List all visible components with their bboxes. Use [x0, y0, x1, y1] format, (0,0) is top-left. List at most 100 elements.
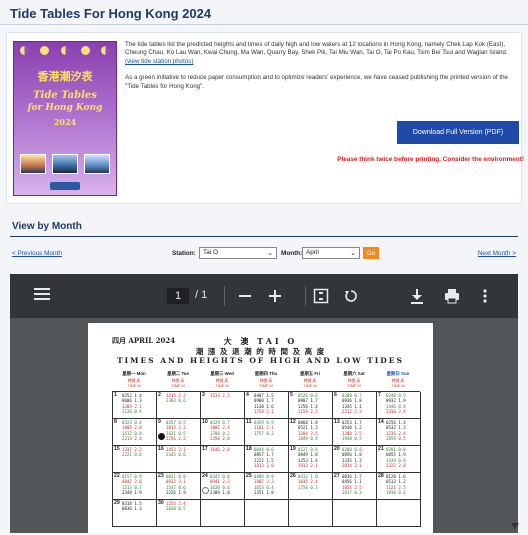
tide-entry: 1913 2.1 — [298, 463, 318, 469]
tide-entry: 2309 1.8 — [210, 490, 230, 496]
calendar-day-cell: 23 0021 0.8 0912 2.1 1547 0.6 2226 1.9 — [157, 473, 201, 500]
station-photos-link[interactable]: (view tide station photos) — [125, 58, 193, 65]
download-full-version-button[interactable]: Download Full Version (PDF) — [397, 121, 519, 144]
chevron-down-icon: ⌄ — [267, 250, 273, 257]
calendar-day-cell: 10 0429 0.7 1007 2.4 1708 0.2 2350 2.0 — [201, 419, 245, 446]
calendar-day-cell: 12 0060 1.8 0521 1.2 1204 2.5 1849 0.4 — [289, 419, 333, 446]
fit-page-icon[interactable] — [313, 288, 329, 304]
page-title: Tide Tables For Hong Kong 2024 — [10, 6, 212, 21]
day-number: 5 — [290, 392, 293, 398]
calendar-day-cell: 14 0256 1.4 0532 1.3 1236 2.4 2059 0.5 — [377, 419, 421, 446]
tide-entry: 2020 0.5 — [166, 506, 186, 512]
rotate-icon[interactable] — [343, 288, 359, 304]
weekday-label: 星期三 Wed — [210, 371, 234, 376]
calendar-day-cell: 16 1453 2.1 2345 0.6 — [157, 446, 201, 473]
toolbar-divider — [305, 286, 306, 306]
calendar-day-cell: 13 0253 1.7 0540 1.2 1300 2.5 1948 0.5 — [333, 419, 377, 446]
tide-entry: 2136 0.4 — [122, 409, 142, 415]
calendar-day-cell: 27 0036 1.7 0456 1.1 1054 2.5 1817 0.3 — [333, 473, 377, 500]
weekday-label: 星期日 Sun — [386, 371, 410, 376]
page-number-input[interactable]: 1 — [167, 288, 189, 304]
tide-entry: 2310 2.4 — [386, 409, 406, 415]
moon-phases-decoration — [20, 46, 110, 55]
weekday-label: 星期四 Thu — [254, 371, 278, 376]
pdf-english-heading: TIMES AND HEIGHTS OF HIGH AND LOW TIDES — [117, 356, 404, 365]
hko-logo — [50, 182, 80, 190]
station-select[interactable]: Tai O ⌄ — [199, 247, 277, 259]
tide-entry: 1813 2.0 — [254, 463, 274, 469]
weekday-label: 星期六 Sat — [343, 371, 365, 376]
calendar-day-cell: 2 1415 2.2 2303 0.6 — [157, 392, 201, 419]
tide-entry: 2350 2.0 — [210, 436, 230, 442]
intro-text: The tide tables list the predicted heigh… — [125, 41, 517, 99]
previous-month-link[interactable]: < Previous Month — [12, 250, 62, 257]
title-divider — [0, 24, 528, 25]
day-number: 23 — [158, 473, 164, 479]
month-navigation: < Previous Month Station: Tai O ⌄ Month:… — [10, 247, 518, 261]
subheader-line-2: TIME M — [171, 384, 185, 388]
next-month-link[interactable]: Next Month > — [478, 250, 516, 257]
time-height-subheader: 時間 高 TIME M — [112, 379, 156, 391]
station-label: Station: — [172, 250, 196, 257]
day-number: 18 — [246, 446, 252, 452]
tide-entry: 1948 0.5 — [342, 436, 362, 442]
menu-icon[interactable] — [34, 288, 50, 300]
calendar-day-cell: 25 0409 0.9 1007 2.3 1653 0.4 2351 1.8 — [245, 473, 289, 500]
day-number: 8 — [114, 419, 117, 425]
calendar-day-cell: 3 1534 2.2 — [201, 392, 245, 419]
day-number: 6 — [334, 392, 337, 398]
time-height-subheader: 時間 高 TIME M — [244, 379, 288, 391]
calendar-day-cell — [201, 500, 245, 527]
time-height-subheader: 時間 高 TIME M — [156, 379, 200, 391]
tide-entry: 2303 0.6 — [166, 398, 186, 404]
moon-icon — [80, 46, 90, 55]
harbour-photo — [52, 154, 78, 174]
pdf-viewer[interactable]: 1 / 1 四月 APRIL 2024 大 澳 TAI O 潮 漲 及 退 潮 … — [10, 274, 518, 533]
day-number: 16 — [158, 446, 164, 452]
tide-entry: 0830 1.3 — [122, 506, 142, 512]
tide-entry: 2345 0.6 — [166, 452, 186, 458]
cover-year: 2024 — [53, 117, 77, 127]
day-number: 17 — [202, 446, 208, 452]
calendar-day-cell: 1 0352 1.4 0606 1.3 1309 2.1 2136 0.4 — [113, 392, 157, 419]
subheader-line-2: TIME M — [127, 384, 141, 388]
subheader-line-2: TIME M — [391, 384, 405, 388]
calendar-day-cell: 21 0201 0.8 0855 1.9 1439 0.9 2222 2.0 — [377, 446, 421, 473]
calendar-day-cell: 26 0432 1.0 1035 2.4 1758 0.3 — [289, 473, 333, 500]
tide-entry: 1817 0.3 — [342, 490, 362, 496]
month-select[interactable]: April ⌄ — [302, 247, 360, 259]
cover-chinese-title: 香港潮汐表 — [37, 70, 93, 83]
day-number: 2 — [158, 392, 161, 398]
sunset-photo — [20, 154, 46, 174]
calendar-day-cell: 29 0318 1.5 0830 1.3 — [113, 500, 157, 527]
new-moon-icon — [158, 433, 165, 440]
tide-entry: 2221 0.6 — [122, 452, 142, 458]
download-icon[interactable] — [410, 288, 424, 304]
subheader-line-2: TIME M — [303, 384, 317, 388]
calendar-day-cell — [245, 500, 289, 527]
print-icon[interactable] — [444, 288, 460, 304]
day-number: 7 — [378, 392, 381, 398]
toolbar-divider — [224, 286, 225, 306]
calendar-day-cell: 22 0157 0.9 0847 2.0 1513 0.7 2348 1.9 — [113, 473, 157, 500]
day-number: 10 — [202, 419, 208, 425]
weekday-label: 星期二 Tue — [167, 371, 189, 376]
zoom-in-icon[interactable] — [268, 289, 282, 303]
scroll-down-icon[interactable] — [511, 523, 519, 529]
moon-icon — [60, 46, 70, 55]
more-options-icon[interactable] — [482, 288, 488, 304]
day-number: 13 — [334, 419, 340, 425]
day-number: 27 — [334, 473, 340, 479]
intro-paragraph-1: The tide tables list the predicted heigh… — [125, 41, 508, 57]
zoom-out-icon[interactable] — [238, 289, 252, 303]
subheader-line-2: TIME M — [347, 384, 361, 388]
tide-entry: 1534 2.2 — [210, 393, 230, 398]
weekday-label: 星期一 Mon — [122, 371, 146, 376]
calendar-day-cell: 19 0127 0.6 0849 1.8 1253 1.4 1913 2.1 — [289, 446, 333, 473]
calendar-day-cell: 11 0459 0.9 1101 2.1 1757 0.3 — [245, 419, 289, 446]
calendar-day-cell: 24 0345 0.8 0941 2.3 1620 0.6 2309 1.8 — [201, 473, 245, 500]
calendar-day-cell: 30 1253 2.4 2020 0.5 — [157, 500, 201, 527]
view-by-month-heading: View by Month — [12, 221, 82, 232]
tide-entry: 2212 2.3 — [342, 409, 362, 415]
go-button[interactable]: Go — [363, 247, 379, 259]
